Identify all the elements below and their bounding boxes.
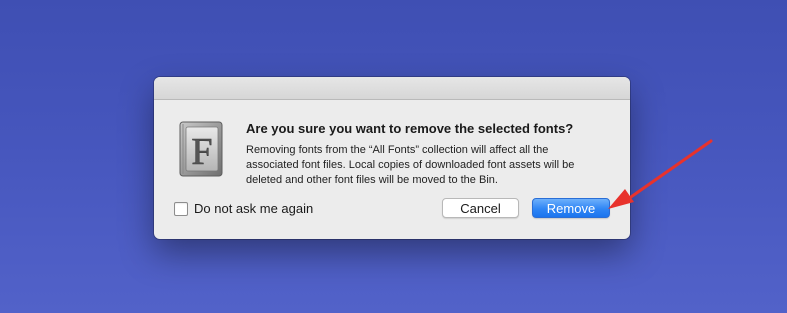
font-book-icon: F	[178, 120, 224, 178]
dialog-heading: Are you sure you want to remove the sele…	[246, 121, 574, 136]
dialog-message-line: deleted and other font files will be mov…	[246, 174, 498, 186]
alert-dialog: F Are you sure you want to remove the se…	[154, 77, 630, 239]
svg-text:F: F	[191, 131, 212, 173]
dialog-message: Removing fonts from the “All Fonts” coll…	[246, 143, 626, 188]
dialog-message-line: associated font files. Local copies of d…	[246, 159, 575, 171]
do-not-ask-again-checkbox[interactable]	[174, 201, 188, 216]
dialog-titlebar[interactable]	[154, 77, 630, 100]
do-not-ask-again-label[interactable]: Do not ask me again	[194, 201, 313, 216]
remove-button[interactable]: Remove	[532, 198, 610, 218]
do-not-ask-again-option[interactable]: Do not ask me again	[174, 201, 313, 216]
cancel-button[interactable]: Cancel	[442, 198, 519, 218]
dialog-message-line: Removing fonts from the “All Fonts” coll…	[246, 144, 549, 156]
